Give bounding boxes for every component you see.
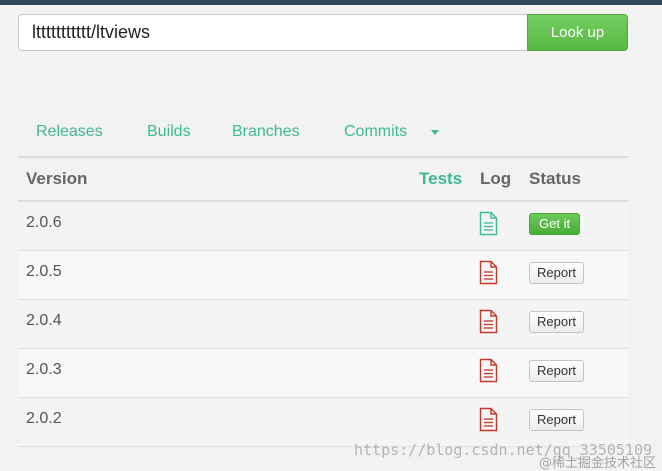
document-icon[interactable] xyxy=(479,309,498,334)
document-icon[interactable] xyxy=(479,260,498,285)
tab-branches[interactable]: Branches xyxy=(232,123,300,141)
version-cell: 2.0.4 xyxy=(26,312,62,329)
version-cell: 2.0.6 xyxy=(26,214,62,231)
version-cell: 2.0.2 xyxy=(26,410,62,427)
top-bar xyxy=(0,0,662,5)
column-header-status: Status xyxy=(529,169,581,188)
column-header-log: Log xyxy=(480,169,512,188)
releases-table: Version Tests Log Status 2.0.6 Get it 2.… xyxy=(18,156,628,447)
tab-commits[interactable]: Commits xyxy=(344,123,407,141)
report-button[interactable]: Report xyxy=(529,409,585,431)
tab-releases[interactable]: Releases xyxy=(36,123,103,141)
watermark-label: @稀土掘金技术社区 xyxy=(538,456,656,471)
report-button[interactable]: Report xyxy=(529,311,585,333)
column-header-version[interactable]: Version xyxy=(26,169,87,189)
search-input[interactable] xyxy=(18,14,528,51)
document-icon[interactable] xyxy=(479,407,498,432)
version-cell: 2.0.5 xyxy=(26,263,62,280)
version-cell: 2.0.3 xyxy=(26,361,62,378)
search-bar: Look up xyxy=(18,14,628,51)
table-row: 2.0.6 Get it xyxy=(18,202,628,251)
report-button[interactable]: Report xyxy=(529,360,585,382)
document-icon[interactable] xyxy=(479,211,498,236)
column-header-tests[interactable]: Tests xyxy=(419,169,462,189)
table-row: 2.0.3 Report xyxy=(18,349,628,398)
table-header: Version Tests Log Status xyxy=(18,158,628,202)
get-it-button[interactable]: Get it xyxy=(529,213,581,235)
document-icon[interactable] xyxy=(479,358,498,383)
table-row: 2.0.5 Report xyxy=(18,251,628,300)
commits-dropdown-caret-icon[interactable] xyxy=(431,130,439,135)
table-row: 2.0.2 Report xyxy=(18,398,628,447)
look-up-button[interactable]: Look up xyxy=(527,14,628,51)
tab-builds[interactable]: Builds xyxy=(147,123,191,141)
report-button[interactable]: Report xyxy=(529,262,585,284)
table-row: 2.0.4 Report xyxy=(18,300,628,349)
